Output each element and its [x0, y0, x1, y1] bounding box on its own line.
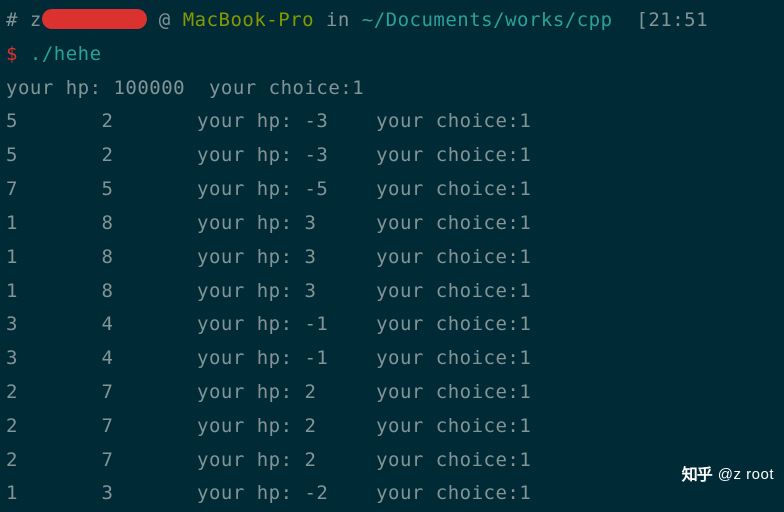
prompt-at: @	[147, 9, 183, 31]
output-first: your hp: 100000 your choice:1	[6, 72, 778, 106]
prompt-path: ~/Documents/works/cpp	[362, 9, 613, 31]
output-row: 2 7 your hp: 2 your choice:1	[6, 376, 778, 410]
output-row: 5 2 your hp: -3 your choice:1	[6, 139, 778, 173]
watermark-text: @z root	[718, 462, 774, 489]
prompt-host: MacBook-Pro	[183, 9, 314, 31]
output-row: 1 8 your hp: 3 your choice:1	[6, 207, 778, 241]
output-row: 2 7 your hp: 2 your choice:1	[6, 410, 778, 444]
prompt-time: [21:51	[613, 9, 709, 31]
prompt-dollar: $	[6, 43, 18, 65]
username-redacted	[42, 9, 147, 29]
output-row: 3 4 your hp: -1 your choice:1	[6, 308, 778, 342]
output-row: 5 2 your hp: -3 your choice:1	[6, 105, 778, 139]
output-row: 3 4 your hp: -1 your choice:1	[6, 342, 778, 376]
zhihu-icon: 知乎	[682, 462, 712, 490]
prompt-user-prefix: z	[30, 9, 42, 31]
output-row: 7 5 your hp: -5 your choice:1	[6, 173, 778, 207]
command-line: $ ./hehe	[6, 38, 778, 72]
output-row: 1 3 your hp: -2 your choice:1	[6, 477, 778, 511]
shell-prompt: # z @ MacBook-Pro in ~/Documents/works/c…	[6, 4, 778, 38]
output-row: 2 7 your hp: 2 your choice:1	[6, 444, 778, 478]
output-rows: 5 2 your hp: -3 your choice:15 2 your hp…	[6, 105, 778, 511]
command-text: ./hehe	[18, 43, 102, 65]
output-row: 1 8 your hp: 3 your choice:1	[6, 241, 778, 275]
watermark: 知乎 @z root	[682, 462, 774, 490]
output-row: 1 8 your hp: 3 your choice:1	[6, 275, 778, 309]
prompt-in: in	[314, 9, 362, 31]
prompt-hash: #	[6, 9, 18, 31]
